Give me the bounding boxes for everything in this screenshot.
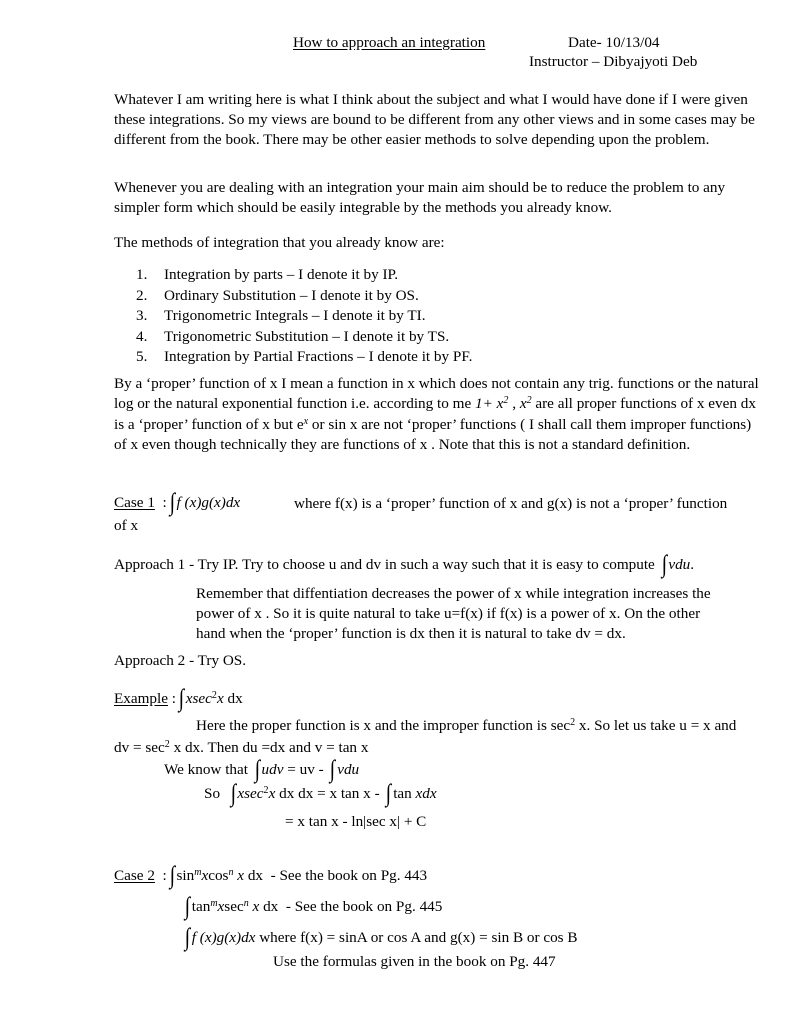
list-item: 5. Integration by Partial Fractions – I d…	[136, 347, 636, 368]
case2-row2: ∫ tanmxsecn x dx - See the book on Pg. 44…	[184, 893, 443, 921]
example-heading-row: Example : ∫ xsec2x dx	[114, 685, 243, 713]
so-expr-x2: x	[268, 785, 276, 803]
document-page: How to approach an integration Date- 10/…	[0, 0, 791, 1024]
list-item-label: Trigonometric Integrals – I denote it by…	[164, 307, 426, 325]
so-expr-dx: dx	[279, 785, 295, 803]
expression-one-plus-x-squared: 1+ x2	[475, 395, 508, 412]
aim-paragraph-block: Whenever you are dealing with an integra…	[114, 178, 759, 218]
case2-row2-sup-m: m	[210, 898, 218, 909]
case2-row3-note: where f(x) = sinA or cos A and g(x) = si…	[259, 929, 578, 946]
intro-paragraph-block: Whatever I am writing here is what I thi…	[114, 90, 759, 151]
expr2-base: x	[519, 395, 527, 413]
methods-intro-block: The methods of integration that you alre…	[114, 233, 759, 253]
example-we-know-line: We know that ∫ udv = uv - ∫ vdu	[164, 756, 360, 783]
example-here-line: Here the proper function is x and the im…	[196, 716, 736, 736]
example-dv-text-a: dv = sec	[114, 739, 165, 757]
page-title: How to approach an integration	[293, 34, 486, 51]
list-item: 3. Trigonometric Integrals – I denote it …	[136, 306, 636, 327]
case2-row1-cos: cos	[208, 867, 229, 885]
case2-row3-integrand: f (x)g(x)dx	[191, 929, 256, 946]
case2-row1-dx: dx	[244, 867, 264, 885]
case1-label: Case 1	[114, 494, 155, 511]
example-so-line: So ∫ xsec2x dx dx = x tan x - ∫ tan xdx	[204, 780, 437, 808]
list-item-label: Ordinary Substitution – I denote it by O…	[164, 286, 419, 304]
case1-continuation: of x	[114, 517, 139, 534]
case1-colon	[155, 494, 163, 511]
proper-function-paragraph: By a ‘proper’ function of x I mean a fun…	[114, 374, 759, 455]
case2-row4-note: Use the formulas given in the book on Pg…	[273, 953, 556, 970]
intro-paragraph: Whatever I am writing here is what I thi…	[114, 91, 755, 149]
methods-intro: The methods of integration that you alre…	[114, 234, 445, 251]
example-expr-x: x	[185, 690, 193, 708]
date-line: Date- 10/13/04	[568, 34, 660, 51]
document-header: How to approach an integration Date- 10/…	[0, 33, 791, 83]
case2-row2-note: - See the book on Pg. 445	[285, 898, 443, 916]
list-item: 1. Integration by parts – I denote it by …	[136, 265, 636, 286]
case2-row3: ∫ f (x)g(x)dx where f(x) = sinA or cos A …	[184, 924, 578, 951]
case2-row1-x2: x	[233, 867, 245, 885]
so-expr-sec: sec	[244, 785, 264, 803]
expr1-base: 1+ x	[475, 395, 504, 413]
list-item: 4. Trigonometric Substitution – I denote …	[136, 327, 636, 348]
aim-paragraph: Whenever you are dealing with an integra…	[114, 179, 726, 217]
so-mid: dx = x tan x -	[294, 785, 384, 803]
approach1-line: Approach 1 - Try IP. Try to choose u and…	[114, 551, 695, 578]
proper-def-separator: ,	[508, 395, 520, 413]
list-item-number: 1.	[136, 266, 148, 283]
we-know-prefix: We know that	[164, 761, 252, 778]
case1-description: where f(x) is a ‘proper’ function of x a…	[294, 495, 728, 512]
list-item-label: Integration by Partial Fractions – I den…	[164, 348, 473, 366]
case2-row2-tan: tan	[191, 898, 211, 916]
example-expr-dx: dx	[227, 690, 243, 708]
case2-row2-x2: x	[248, 898, 260, 916]
case2-colon: :	[162, 867, 167, 885]
expression-x-squared: x2	[520, 395, 532, 412]
list-item-number: 3.	[136, 307, 148, 325]
we-know-vdu: vdu	[337, 761, 360, 778]
approach1-note-line2: power of x . So it is quite natural to t…	[196, 605, 701, 622]
approach1-prefix: Approach 1 - Try IP. Try to choose u and…	[114, 556, 659, 573]
approach1-note-line1: Remember that diffentiation decreases th…	[196, 585, 711, 602]
case2-row2-dx: dx	[259, 898, 279, 916]
list-item: 2. Ordinary Substitution – I denote it by…	[136, 286, 636, 307]
list-item-number: 2.	[136, 286, 148, 304]
methods-list: 1. Integration by parts – I denote it by …	[136, 265, 636, 368]
we-know-udv: udv	[261, 761, 284, 778]
list-item-label: Trigonometric Substitution – I denote it…	[164, 327, 450, 345]
proper-function-definition: By a ‘proper’ function of x I mean a fun…	[114, 374, 759, 455]
approach1-note-line3: hand when the ‘proper’ function is dx th…	[196, 625, 626, 642]
list-item-label: Integration by parts – I denote it by IP…	[164, 266, 399, 283]
list-item-number: 5.	[136, 348, 148, 366]
approach2-line: Approach 2 - Try OS.	[114, 652, 247, 669]
list-item-number: 4.	[136, 327, 148, 345]
case1-colon-char: :	[162, 494, 167, 511]
case2-space	[155, 867, 163, 884]
example-expr-sec: sec	[192, 690, 212, 708]
case1-heading-row: Case 1 : ∫ f (x)g(x)dx	[114, 489, 241, 516]
instructor-line: Instructor – Dibyajyoti Deb	[529, 53, 698, 70]
so-tan: tan	[393, 785, 416, 803]
example-here-text-a: Here the proper function is x and the im…	[196, 717, 571, 735]
example-here-text-b: x. So let us take u = x and	[575, 717, 737, 735]
example-label: Example	[114, 690, 168, 708]
case2-row1-note: - See the book on Pg. 443	[270, 867, 428, 885]
we-know-mid: = uv -	[283, 761, 328, 778]
example-expr-x2: x	[216, 690, 224, 708]
case1-integrand: f (x)g(x)dx	[176, 494, 241, 511]
case2-row1-sin: sin	[176, 867, 195, 885]
example-dv-text-b: x dx. Then du =dx and v = tan x	[169, 739, 369, 757]
so-prefix: So	[204, 785, 224, 803]
case2-label: Case 2	[114, 867, 155, 885]
so-xdx: xdx	[415, 785, 437, 803]
example-colon: :	[171, 690, 177, 708]
case2-row2-sec: sec	[224, 898, 244, 916]
approach1-suffix: .	[690, 556, 695, 573]
approach1-integrand: vdu	[668, 556, 691, 573]
example-result-line: = x tan x - ln|sec x| + C	[285, 813, 427, 830]
case2-heading-row: Case 2 : ∫ sinmxcosn x dx - See the book o…	[114, 862, 428, 890]
